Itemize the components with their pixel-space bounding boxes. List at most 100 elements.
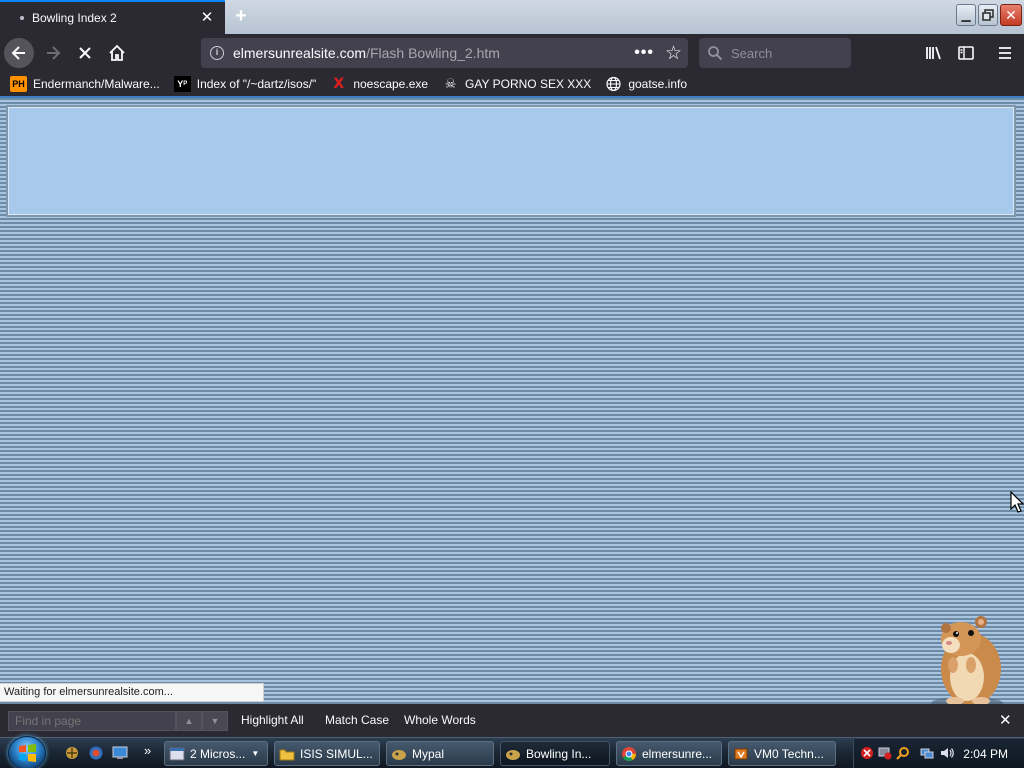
folder-icon [279, 749, 295, 760]
library-button[interactable] [923, 42, 945, 64]
task-button-isis[interactable]: ISIS SIMUL... [274, 741, 380, 766]
navigation-toolbar: i elmersunrealsite.com/Flash Bowling_2.h… [0, 34, 1024, 72]
bookmark-star-icon[interactable]: ☆ [665, 42, 682, 65]
flash-banner-frame [6, 105, 1016, 217]
bookmarks-toolbar: PH Endermanch/Malware... YP Index of "/~… [0, 72, 1024, 96]
pornhub-favicon-icon: PH [10, 76, 27, 92]
bookmark-label: noescape.exe [353, 77, 429, 91]
find-next-button[interactable]: ▼ [202, 711, 228, 731]
find-in-page-input[interactable] [8, 711, 176, 731]
tab-title: Bowling Index 2 [32, 11, 117, 25]
tab-strip: Bowling Index 2 ✕ + ▁ ✕ [0, 0, 1024, 34]
task-button-bowling[interactable]: Bowling In... [500, 741, 610, 766]
menu-button[interactable] [994, 42, 1016, 64]
window-icon [169, 747, 185, 760]
bookmark-goatse[interactable]: goatse.info [605, 74, 687, 94]
close-window-button[interactable]: ✕ [1000, 4, 1022, 26]
url-host: elmersunrealsite.com [233, 45, 367, 61]
dancing-hamster-icon [931, 616, 1003, 704]
new-tab-button[interactable]: + [229, 5, 253, 29]
skull-favicon-icon: ☠ [444, 76, 457, 91]
forward-button[interactable] [42, 42, 64, 64]
red-x-favicon-icon: X [333, 76, 345, 92]
restore-button[interactable] [978, 4, 998, 26]
close-icon: ✕ [1005, 7, 1017, 23]
find-bar: ▲ ▼ Highlight All Match Case Whole Words… [0, 704, 1024, 737]
url-bar[interactable]: i elmersunrealsite.com/Flash Bowling_2.h… [201, 38, 688, 68]
task-label: VM0 Techn... [754, 746, 824, 761]
network-alert-icon[interactable] [878, 746, 892, 760]
start-button[interactable] [8, 736, 46, 768]
match-case-toggle[interactable]: Match Case [325, 713, 389, 727]
bookmark-endermanch[interactable]: PH Endermanch/Malware... [10, 74, 160, 94]
system-tray: 2:04 PM [853, 739, 1024, 768]
task-label: elmersunre... [642, 746, 713, 761]
task-button-mypal[interactable]: Mypal [386, 741, 494, 766]
url-text[interactable]: elmersunrealsite.com/Flash Bowling_2.htm [233, 45, 500, 61]
search-tray-icon[interactable] [896, 746, 910, 760]
bookmark-noescape[interactable]: X noescape.exe [330, 74, 428, 94]
task-button-microsoft[interactable]: 2 Micros... ▼ [164, 741, 268, 766]
mypal-icon [392, 749, 406, 760]
home-button[interactable] [106, 42, 128, 64]
quicklaunch-desktop-icon[interactable] [112, 745, 128, 761]
url-path: /Flash Bowling_2.htm [366, 45, 500, 61]
mouse-cursor-icon [1010, 491, 1024, 513]
find-previous-button[interactable]: ▲ [176, 711, 202, 731]
page-actions-button[interactable]: ••• [634, 44, 654, 62]
mypal-icon [506, 749, 520, 760]
quicklaunch-browser-icon[interactable] [88, 745, 104, 761]
whole-words-toggle[interactable]: Whole Words [404, 713, 476, 727]
yp-favicon-icon: YP [173, 76, 191, 92]
bookmark-label: goatse.info [628, 77, 688, 91]
volume-icon[interactable] [940, 746, 954, 760]
window-controls: ▁ ✕ [956, 4, 1022, 26]
highlight-all-toggle[interactable]: Highlight All [241, 713, 304, 727]
search-bar[interactable]: Search [699, 38, 851, 68]
stop-x-icon [79, 47, 91, 59]
task-button-elmersunre[interactable]: elmersunre... [616, 741, 722, 766]
sidebar-button[interactable] [955, 42, 977, 64]
network-icon[interactable] [920, 746, 934, 760]
globe-icon [606, 76, 621, 92]
quicklaunch-overflow-icon[interactable]: » [144, 743, 151, 758]
back-button[interactable] [4, 38, 34, 68]
minimize-button[interactable]: ▁ [956, 4, 976, 26]
task-group-arrow-icon[interactable]: ▼ [251, 749, 259, 758]
security-alert-icon[interactable] [860, 746, 874, 760]
restore-icon [982, 9, 994, 21]
quicklaunch-app-icon[interactable] [64, 745, 80, 761]
bookmark-label: Endermanch/Malware... [33, 77, 160, 91]
close-tab-icon[interactable]: ✕ [199, 10, 215, 26]
home-icon [109, 44, 125, 61]
status-panel: Waiting for elmersunrealsite.com... [0, 683, 264, 702]
search-icon [708, 46, 723, 61]
taskbar-clock[interactable]: 2:04 PM [963, 747, 1008, 761]
bookmark-gay-porno[interactable]: ☠ GAY PORNO SEX XXX [442, 74, 592, 94]
task-label: ISIS SIMUL... [300, 746, 373, 761]
library-icon [926, 46, 941, 60]
search-placeholder: Search [731, 45, 773, 61]
task-button-vm0[interactable]: VM0 Techn... [728, 741, 836, 766]
chrome-icon [622, 746, 636, 761]
bookmark-label: Index of "/~dartz/isos/" [196, 77, 317, 91]
bookmark-label: GAY PORNO SEX XXX [465, 77, 592, 91]
tab-bowling-index[interactable]: Bowling Index 2 ✕ [0, 0, 225, 34]
forward-arrow-icon [47, 46, 61, 60]
task-label: Bowling In... [526, 746, 592, 761]
windows-taskbar: » 2 Micros... ▼ ISIS SIMUL... Mypal Bowl… [0, 736, 1024, 768]
loading-dot-icon [20, 16, 24, 20]
back-arrow-icon [11, 46, 25, 60]
task-label: 2 Micros... [190, 746, 246, 761]
windows-logo-icon [19, 744, 36, 762]
page-content [0, 96, 1024, 704]
hamburger-menu-icon [999, 47, 1011, 59]
site-info-icon[interactable]: i [210, 46, 224, 60]
stop-button[interactable] [74, 42, 96, 64]
vm-icon [734, 748, 748, 759]
sidebar-icon [958, 46, 974, 60]
bookmark-dartz-isos[interactable]: YP Index of "/~dartz/isos/" [173, 74, 317, 94]
close-find-bar-icon[interactable]: ✕ [999, 713, 1012, 728]
task-label: Mypal [412, 746, 445, 761]
minimize-icon: ▁ [961, 8, 971, 22]
